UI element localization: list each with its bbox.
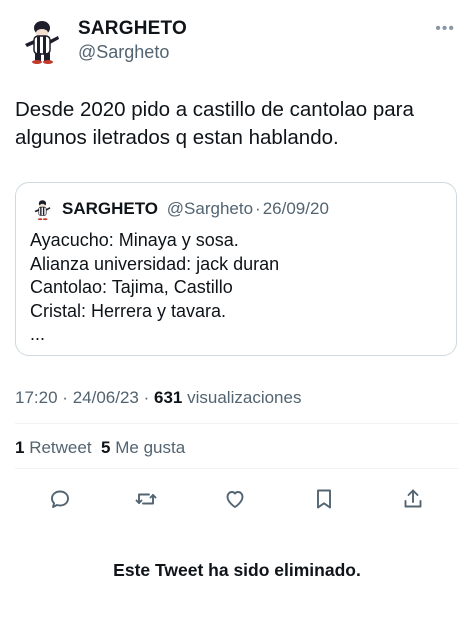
author-name[interactable]: SARGHETO bbox=[78, 18, 187, 40]
quoted-author-handle: @Sargheto bbox=[166, 199, 254, 218]
quoted-line: Alianza universidad: jack duran bbox=[30, 253, 280, 274]
quoted-line: ... bbox=[30, 324, 46, 344]
divider bbox=[15, 468, 459, 469]
tweet-time[interactable]: 17:20 bbox=[15, 388, 58, 407]
deleted-notice: Este Tweet ha sido eliminado. bbox=[113, 560, 361, 580]
like-label: Me gusta bbox=[115, 438, 186, 457]
quoted-avatar-icon bbox=[30, 197, 54, 221]
like-stat[interactable]: 5 Me gusta bbox=[101, 438, 185, 457]
views-label: visualizaciones bbox=[187, 388, 302, 407]
view-count: 631 bbox=[154, 388, 183, 407]
quoted-separator: · bbox=[255, 199, 261, 218]
like-icon[interactable] bbox=[218, 482, 252, 516]
quoted-tweet[interactable]: SARGHETO @Sargheto · 26/09/20 Ayacucho: Mi… bbox=[15, 182, 457, 356]
meta-separator: · bbox=[62, 388, 68, 407]
share-icon[interactable] bbox=[396, 482, 430, 516]
quoted-line: Ayacucho: Minaya y sosa. bbox=[30, 230, 239, 250]
divider bbox=[15, 423, 459, 424]
retweet-count: 1 bbox=[15, 438, 25, 457]
quoted-author-name: SARGHETO bbox=[62, 199, 159, 218]
quoted-text: Ayacucho: Minaya y sosa. Alianza univers… bbox=[30, 229, 442, 347]
more-options-icon[interactable]: ••• bbox=[435, 20, 455, 38]
tweet-text: Desde 2020 pido a castillo de cantolao p… bbox=[15, 98, 414, 149]
quoted-header: SARGHETO @Sargheto · 26/09/20 bbox=[62, 199, 329, 219]
reply-icon[interactable] bbox=[43, 482, 77, 516]
retweet-label: Retweet bbox=[29, 438, 92, 457]
tweet-header: SARGHETO @Sargheto ••• bbox=[15, 14, 459, 70]
retweet-icon[interactable] bbox=[129, 482, 163, 516]
engagement-stats: 1 Retweet 5 Me gusta bbox=[15, 438, 185, 458]
quoted-line: Cristal: Herrera y tavara. bbox=[30, 300, 227, 321]
tweet-timestamp: 17:20 · 24/06/23 · 631 visualizaciones bbox=[15, 388, 301, 408]
author-handle[interactable]: @Sargheto bbox=[78, 42, 169, 63]
meta-separator: · bbox=[143, 388, 150, 407]
mascot-avatar-icon[interactable] bbox=[15, 14, 67, 66]
quoted-line: Cantolao: Tajima, Castillo bbox=[30, 277, 233, 297]
action-bar bbox=[15, 482, 459, 516]
like-count: 5 bbox=[101, 438, 111, 457]
retweet-stat[interactable]: 1 Retweet bbox=[15, 438, 92, 457]
quoted-date: 26/09/20 bbox=[262, 199, 329, 218]
tweet-date[interactable]: 24/06/23 bbox=[73, 388, 139, 407]
bookmark-icon[interactable] bbox=[307, 482, 341, 516]
